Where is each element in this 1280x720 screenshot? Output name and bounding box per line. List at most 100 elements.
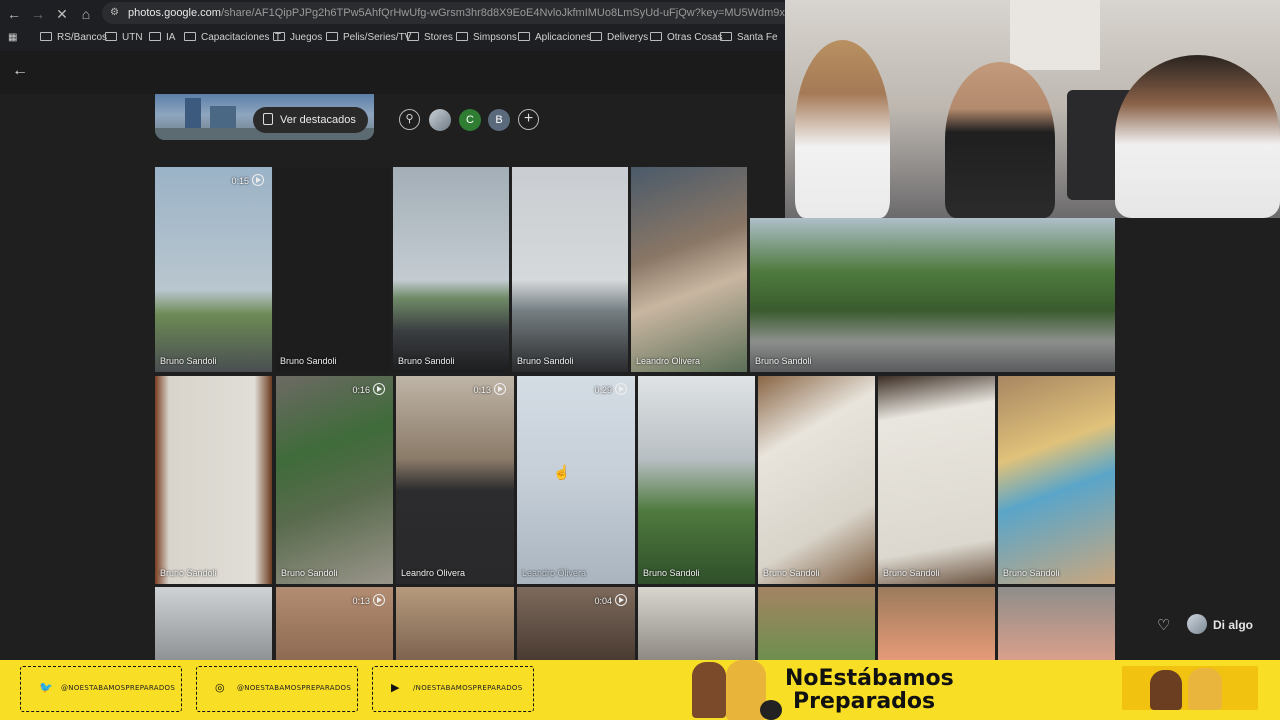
photo-owner: Bruno Sandoli — [281, 568, 338, 578]
bookmark-folder[interactable]: Deliverys — [590, 32, 648, 43]
photo-tile[interactable]: Bruno Sandoli — [512, 167, 628, 372]
apps-icon[interactable]: ▦ — [8, 32, 17, 43]
video-duration: 0:16 — [352, 383, 385, 395]
photo-tile[interactable] — [998, 587, 1115, 660]
photo-owner: Bruno Sandoli — [160, 356, 217, 366]
photo-tile[interactable] — [396, 587, 514, 660]
back-icon[interactable]: ← — [6, 6, 22, 22]
highlights-button[interactable]: Ver destacados — [253, 107, 368, 133]
instagram-handle: ◎ @NOESTABAMOSPREPARADOS — [196, 666, 358, 712]
home-icon[interactable]: ⌂ — [78, 6, 94, 22]
video-duration: 0:04 — [594, 594, 627, 606]
photo-owner: Bruno Sandoli — [517, 356, 574, 366]
folder-icon — [407, 32, 419, 41]
link-icon[interactable]: ⚲ — [399, 109, 420, 130]
photo-owner: Bruno Sandoli — [755, 356, 812, 366]
member-avatar-b[interactable]: B — [488, 109, 510, 131]
play-icon — [252, 174, 264, 186]
member-avatar[interactable] — [429, 109, 451, 131]
bookmark-folder[interactable]: Aplicaciones — [518, 32, 591, 43]
photo-tile[interactable] — [758, 587, 875, 660]
bookmark-folder[interactable]: IA — [149, 32, 175, 43]
folder-icon — [184, 32, 196, 41]
bookmark-folder[interactable]: Simpsons — [456, 32, 517, 43]
bookmark-folder[interactable]: Pelis/Series/TV — [326, 32, 411, 43]
url-text[interactable]: photos.google.com/share/AF1QipPJPg2h6TPw… — [128, 7, 788, 19]
play-icon — [494, 383, 506, 395]
photo-tile[interactable]: Bruno Sandoli — [998, 376, 1115, 584]
folder-icon — [105, 32, 117, 41]
site-info-icon[interactable]: ⚙ — [110, 7, 119, 18]
hand-cursor-icon: ☝ — [553, 464, 571, 480]
bookmark-folder[interactable]: Santa Fe — [720, 32, 778, 43]
folder-icon — [720, 32, 732, 41]
bookmark-folder[interactable]: Juegos — [273, 32, 322, 43]
photo-tile[interactable] — [638, 587, 755, 660]
photo-tile[interactable]: 0:13 Leandro Olivera — [396, 376, 514, 584]
photo-tile[interactable]: 0:15 Bruno Sandoli — [155, 167, 272, 372]
person — [795, 40, 890, 218]
youtube-icon: ▶ — [391, 682, 400, 694]
photo-tile[interactable]: Bruno Sandoli — [750, 218, 1115, 372]
folder-icon — [650, 32, 662, 41]
bookmark-folder[interactable]: UTN — [105, 32, 143, 43]
photo-tile[interactable]: Bruno Sandoli — [758, 376, 875, 584]
forward-icon[interactable]: → — [30, 6, 46, 22]
photo-owner: Bruno Sandoli — [883, 568, 940, 578]
bookmark-folder[interactable]: RS/Bancos — [40, 32, 107, 43]
photo-tile[interactable] — [878, 587, 995, 660]
back-arrow-icon[interactable]: ← — [12, 62, 28, 80]
photo-tile[interactable]: 0:13 — [276, 587, 393, 660]
photo-tile[interactable]: Bruno Sandoli — [393, 167, 509, 372]
folder-icon — [456, 32, 468, 41]
photo-tile[interactable]: Bruno Sandoli — [638, 376, 755, 584]
highlights-icon — [263, 113, 273, 125]
photo-tile[interactable] — [155, 587, 272, 660]
photo-owner: Bruno Sandoli — [1003, 568, 1060, 578]
bookmark-folder[interactable]: Otras Cosas — [650, 32, 723, 43]
video-duration: 0:15 — [231, 174, 264, 186]
photo-tile[interactable]: Bruno Sandoli — [878, 376, 995, 584]
folder-icon — [326, 32, 338, 41]
video-duration: 0:29 — [594, 383, 627, 395]
stop-icon[interactable]: ✕ — [54, 6, 70, 22]
add-member-icon[interactable]: + — [518, 109, 539, 130]
folder-icon — [149, 32, 161, 41]
bookmark-folder[interactable]: Stores — [407, 32, 453, 43]
like-heart-icon[interactable]: ♡ — [1157, 616, 1170, 634]
stream-footer — [0, 660, 1280, 720]
bookmark-folder[interactable]: Capacitaciones IT — [184, 32, 281, 43]
twitter-handle: 🐦 @NOESTABAMOSPREPARADOS — [20, 666, 182, 712]
cat-icon — [760, 700, 782, 720]
member-avatar-c[interactable]: C — [459, 109, 481, 131]
video-duration: 0:13 — [352, 594, 385, 606]
play-icon — [373, 594, 385, 606]
photo-tile[interactable]: 0:04 — [517, 587, 635, 660]
youtube-handle: ▶ /NOESTABAMOSPREPARADOS — [372, 666, 534, 712]
play-icon — [373, 383, 385, 395]
photo-owner: Bruno Sandoli — [763, 568, 820, 578]
character-faces — [1122, 666, 1258, 710]
play-icon — [615, 383, 627, 395]
folder-icon — [590, 32, 602, 41]
photo-tile[interactable]: 0:16 Bruno Sandoli — [276, 376, 393, 584]
twitter-icon: 🐦 — [39, 682, 53, 694]
photo-owner: Bruno Sandoli — [160, 568, 217, 578]
photo-owner: Leandro Olivera — [401, 568, 466, 578]
photo-tile[interactable]: 0:29 Leandro Olivera ☝ — [517, 376, 635, 584]
instagram-icon: ◎ — [215, 682, 225, 694]
person — [1115, 55, 1280, 218]
photo-owner: Leandro Olivera — [636, 356, 701, 366]
photo-tile[interactable]: Bruno Sandoli — [155, 376, 272, 584]
photo-owner: Leandro Olivera — [522, 568, 587, 578]
user-avatar — [1187, 614, 1207, 634]
bookmarks-bar: ▦ RS/Bancos UTN IA Capacitaciones IT Jue… — [0, 28, 790, 48]
url-host: photos.google.com — [128, 7, 221, 19]
webcam-overlay — [785, 0, 1280, 218]
folder-icon — [273, 32, 285, 41]
photo-tile[interactable]: Bruno Sandoli — [275, 167, 390, 372]
person — [945, 62, 1055, 218]
comment-prompt[interactable]: Di algo — [1213, 618, 1253, 632]
photo-tile[interactable]: Leandro Olivera — [631, 167, 747, 372]
photo-owner: Bruno Sandoli — [398, 356, 455, 366]
